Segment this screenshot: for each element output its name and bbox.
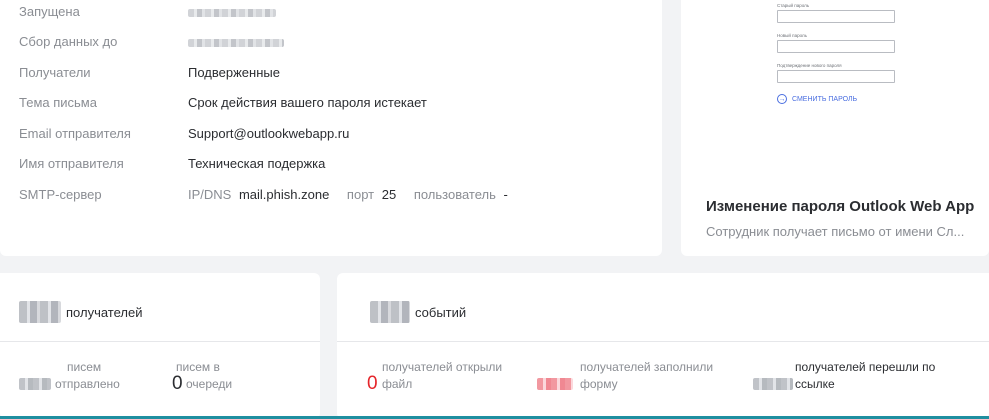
stat-label-line1: получателей открыли [382, 360, 503, 374]
stat-label-line1: писем [67, 360, 102, 374]
events-total-label: событий [415, 304, 467, 320]
smtp-port-label: порт [346, 187, 375, 202]
smtp-value: IP/DNS mail.phish.zone порт 25 пользоват… [188, 185, 512, 205]
preview-change-password-label: СМЕНИТЬ ПАРОЛЬ [792, 95, 858, 103]
preview-confirm-password-label: Подтверждение нового пароля [777, 63, 842, 68]
smtp-user: - [503, 187, 508, 202]
filled-form-count-redacted [537, 378, 573, 390]
stat-label-line2: отправлено [55, 377, 120, 391]
stat-label-line2: форму [580, 377, 618, 391]
stat-followed-link: получателей перешли по ссылке [753, 358, 983, 398]
started-value-redacted [188, 2, 276, 22]
detail-value: Подверженные [188, 65, 280, 80]
stat-sent: писем отправлено [19, 358, 159, 398]
smtp-user-label: пользователь [413, 187, 496, 202]
stat-filled-form: получателей заполнили форму [537, 358, 737, 398]
divider [337, 341, 989, 342]
divider [0, 341, 320, 342]
stat-label-line1: писем в [176, 360, 220, 374]
stat-label-line1: получателей перешли по [795, 360, 936, 374]
stat-label-line2: ссылке [795, 377, 835, 391]
recipients-total-label: получателей [66, 304, 143, 320]
detail-value: Техническая подержка [188, 156, 326, 171]
events-stats-card: событий 0 получателей открыли файл получ… [337, 273, 989, 419]
queued-count: 0 [172, 373, 183, 394]
sent-count-redacted [19, 378, 51, 390]
detail-label: Email отправителя [19, 126, 131, 141]
arrow-right-circle-icon: → [777, 94, 787, 104]
opened-file-count: 0 [367, 373, 378, 394]
detail-label: Сбор данных до [19, 34, 118, 49]
recipients-stats-card: получателей писем отправлено 0 писем в о… [0, 273, 320, 419]
detail-label: Тема письма [19, 95, 97, 110]
smtp-ipdns-label: IP/DNS [188, 187, 232, 202]
template-card[interactable]: Старый пароль Новый пароль Подтверждение… [681, 0, 989, 256]
preview-confirm-password-field [777, 70, 895, 83]
template-title: Изменение пароля Outlook Web App [706, 198, 975, 215]
collect-until-value-redacted [188, 32, 284, 52]
smtp-port: 25 [381, 187, 397, 202]
preview-old-password-label: Старый пароль [777, 3, 810, 8]
stat-label-line2: очереди [186, 377, 233, 391]
recipients-total-redacted [19, 301, 61, 323]
smtp-host: mail.phish.zone [238, 187, 330, 202]
detail-value: Support@outlookwebapp.ru [188, 126, 350, 141]
campaign-details-card: Запущена Сбор данных до Получатели Подве… [0, 0, 662, 256]
stat-queued: 0 писем в очереди [172, 358, 312, 398]
stat-opened-file: 0 получателей открыли файл [367, 358, 547, 398]
stat-label-line1: получателей заполнили [580, 360, 714, 374]
detail-label: SMTP-сервер [19, 187, 102, 202]
followed-link-count-redacted [753, 378, 793, 390]
events-total-redacted [370, 301, 410, 323]
stat-label-line2: файл [382, 377, 413, 391]
preview-change-password-button: → СМЕНИТЬ ПАРОЛЬ [777, 94, 857, 104]
detail-label: Получатели [19, 65, 91, 80]
preview-new-password-label: Новый пароль [777, 33, 807, 38]
detail-label: Запущена [19, 4, 80, 19]
detail-label: Имя отправителя [19, 156, 124, 171]
events-total: событий [370, 301, 466, 323]
detail-value: Срок действия вашего пароля истекает [188, 95, 427, 110]
preview-new-password-field [777, 40, 895, 53]
recipients-total: получателей [19, 301, 142, 323]
template-description: Сотрудник получает письмо от имени Сл... [706, 224, 965, 239]
preview-old-password-field [777, 10, 895, 23]
